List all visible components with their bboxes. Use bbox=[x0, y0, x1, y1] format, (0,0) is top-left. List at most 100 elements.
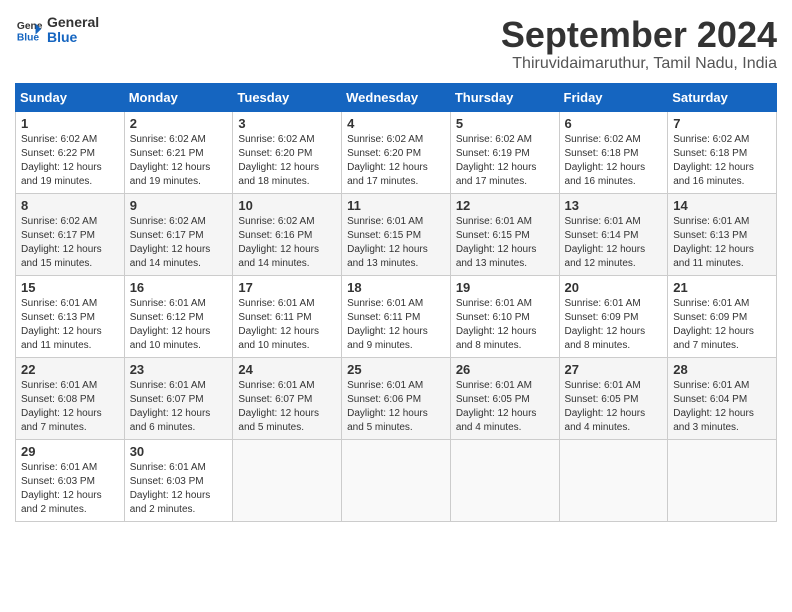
sunrise-label: Sunrise: 6:01 AM bbox=[21, 380, 97, 391]
daylight-label: Daylight: 12 hours and 12 minutes. bbox=[565, 244, 646, 269]
daylight-label: Daylight: 12 hours and 13 minutes. bbox=[456, 244, 537, 269]
sunrise-label: Sunrise: 6:02 AM bbox=[130, 216, 206, 227]
sunrise-label: Sunrise: 6:01 AM bbox=[673, 380, 749, 391]
calendar-cell: 13 Sunrise: 6:01 AM Sunset: 6:14 PM Dayl… bbox=[559, 193, 668, 275]
sunset-label: Sunset: 6:07 PM bbox=[238, 394, 312, 405]
day-info: Sunrise: 6:01 AM Sunset: 6:03 PM Dayligh… bbox=[21, 461, 119, 517]
daylight-label: Daylight: 12 hours and 4 minutes. bbox=[565, 408, 646, 433]
sunset-label: Sunset: 6:16 PM bbox=[238, 230, 312, 241]
day-number: 9 bbox=[130, 198, 228, 213]
day-number: 21 bbox=[673, 280, 771, 295]
day-info: Sunrise: 6:02 AM Sunset: 6:16 PM Dayligh… bbox=[238, 215, 336, 271]
calendar-cell: 2 Sunrise: 6:02 AM Sunset: 6:21 PM Dayli… bbox=[124, 111, 233, 193]
sunset-label: Sunset: 6:09 PM bbox=[565, 312, 639, 323]
calendar-cell: 24 Sunrise: 6:01 AM Sunset: 6:07 PM Dayl… bbox=[233, 357, 342, 439]
sunrise-label: Sunrise: 6:01 AM bbox=[456, 298, 532, 309]
calendar-cell: 10 Sunrise: 6:02 AM Sunset: 6:16 PM Dayl… bbox=[233, 193, 342, 275]
location-title: Thiruvidaimaruthur, Tamil Nadu, India bbox=[501, 55, 777, 73]
calendar-cell: 27 Sunrise: 6:01 AM Sunset: 6:05 PM Dayl… bbox=[559, 357, 668, 439]
day-info: Sunrise: 6:01 AM Sunset: 6:07 PM Dayligh… bbox=[238, 379, 336, 435]
day-number: 10 bbox=[238, 198, 336, 213]
sunrise-label: Sunrise: 6:01 AM bbox=[347, 380, 423, 391]
calendar-week-row: 8 Sunrise: 6:02 AM Sunset: 6:17 PM Dayli… bbox=[16, 193, 777, 275]
sunset-label: Sunset: 6:18 PM bbox=[565, 148, 639, 159]
sunrise-label: Sunrise: 6:01 AM bbox=[130, 462, 206, 473]
calendar-cell: 29 Sunrise: 6:01 AM Sunset: 6:03 PM Dayl… bbox=[16, 439, 125, 521]
calendar-cell: 17 Sunrise: 6:01 AM Sunset: 6:11 PM Dayl… bbox=[233, 275, 342, 357]
sunrise-label: Sunrise: 6:02 AM bbox=[130, 134, 206, 145]
calendar-cell: 21 Sunrise: 6:01 AM Sunset: 6:09 PM Dayl… bbox=[668, 275, 777, 357]
daylight-label: Daylight: 12 hours and 5 minutes. bbox=[347, 408, 428, 433]
logo-line2: Blue bbox=[47, 30, 99, 45]
day-number: 24 bbox=[238, 362, 336, 377]
calendar-cell: 16 Sunrise: 6:01 AM Sunset: 6:12 PM Dayl… bbox=[124, 275, 233, 357]
logo-icon: General Blue bbox=[15, 16, 43, 44]
page-header: General Blue General Blue September 2024… bbox=[15, 15, 777, 73]
daylight-label: Daylight: 12 hours and 9 minutes. bbox=[347, 326, 428, 351]
calendar-cell: 23 Sunrise: 6:01 AM Sunset: 6:07 PM Dayl… bbox=[124, 357, 233, 439]
weekday-header: Friday bbox=[559, 83, 668, 111]
day-info: Sunrise: 6:02 AM Sunset: 6:17 PM Dayligh… bbox=[21, 215, 119, 271]
day-info: Sunrise: 6:01 AM Sunset: 6:13 PM Dayligh… bbox=[21, 297, 119, 353]
day-info: Sunrise: 6:01 AM Sunset: 6:07 PM Dayligh… bbox=[130, 379, 228, 435]
day-number: 2 bbox=[130, 116, 228, 131]
weekday-header: Tuesday bbox=[233, 83, 342, 111]
sunset-label: Sunset: 6:15 PM bbox=[456, 230, 530, 241]
sunrise-label: Sunrise: 6:01 AM bbox=[347, 298, 423, 309]
calendar-cell: 5 Sunrise: 6:02 AM Sunset: 6:19 PM Dayli… bbox=[450, 111, 559, 193]
sunset-label: Sunset: 6:09 PM bbox=[673, 312, 747, 323]
day-info: Sunrise: 6:02 AM Sunset: 6:18 PM Dayligh… bbox=[565, 133, 663, 189]
day-number: 20 bbox=[565, 280, 663, 295]
calendar-cell: 26 Sunrise: 6:01 AM Sunset: 6:05 PM Dayl… bbox=[450, 357, 559, 439]
sunrise-label: Sunrise: 6:01 AM bbox=[21, 298, 97, 309]
sunset-label: Sunset: 6:05 PM bbox=[456, 394, 530, 405]
sunrise-label: Sunrise: 6:01 AM bbox=[565, 298, 641, 309]
sunrise-label: Sunrise: 6:02 AM bbox=[238, 134, 314, 145]
day-number: 17 bbox=[238, 280, 336, 295]
daylight-label: Daylight: 12 hours and 18 minutes. bbox=[238, 162, 319, 187]
calendar-cell: 6 Sunrise: 6:02 AM Sunset: 6:18 PM Dayli… bbox=[559, 111, 668, 193]
day-number: 14 bbox=[673, 198, 771, 213]
calendar-header-row: SundayMondayTuesdayWednesdayThursdayFrid… bbox=[16, 83, 777, 111]
sunset-label: Sunset: 6:04 PM bbox=[673, 394, 747, 405]
sunset-label: Sunset: 6:20 PM bbox=[238, 148, 312, 159]
sunrise-label: Sunrise: 6:01 AM bbox=[238, 380, 314, 391]
daylight-label: Daylight: 12 hours and 3 minutes. bbox=[673, 408, 754, 433]
sunrise-label: Sunrise: 6:02 AM bbox=[21, 134, 97, 145]
day-number: 1 bbox=[21, 116, 119, 131]
day-number: 29 bbox=[21, 444, 119, 459]
calendar-cell bbox=[233, 439, 342, 521]
sunset-label: Sunset: 6:17 PM bbox=[130, 230, 204, 241]
day-number: 3 bbox=[238, 116, 336, 131]
calendar-cell bbox=[559, 439, 668, 521]
day-info: Sunrise: 6:01 AM Sunset: 6:10 PM Dayligh… bbox=[456, 297, 554, 353]
day-info: Sunrise: 6:01 AM Sunset: 6:15 PM Dayligh… bbox=[456, 215, 554, 271]
sunset-label: Sunset: 6:05 PM bbox=[565, 394, 639, 405]
daylight-label: Daylight: 12 hours and 7 minutes. bbox=[21, 408, 102, 433]
daylight-label: Daylight: 12 hours and 16 minutes. bbox=[673, 162, 754, 187]
day-info: Sunrise: 6:02 AM Sunset: 6:18 PM Dayligh… bbox=[673, 133, 771, 189]
daylight-label: Daylight: 12 hours and 8 minutes. bbox=[565, 326, 646, 351]
daylight-label: Daylight: 12 hours and 4 minutes. bbox=[456, 408, 537, 433]
daylight-label: Daylight: 12 hours and 14 minutes. bbox=[238, 244, 319, 269]
weekday-header: Saturday bbox=[668, 83, 777, 111]
daylight-label: Daylight: 12 hours and 17 minutes. bbox=[456, 162, 537, 187]
sunset-label: Sunset: 6:08 PM bbox=[21, 394, 95, 405]
daylight-label: Daylight: 12 hours and 14 minutes. bbox=[130, 244, 211, 269]
sunset-label: Sunset: 6:03 PM bbox=[130, 476, 204, 487]
day-number: 12 bbox=[456, 198, 554, 213]
day-number: 23 bbox=[130, 362, 228, 377]
daylight-label: Daylight: 12 hours and 17 minutes. bbox=[347, 162, 428, 187]
day-number: 18 bbox=[347, 280, 445, 295]
day-number: 13 bbox=[565, 198, 663, 213]
sunrise-label: Sunrise: 6:01 AM bbox=[21, 462, 97, 473]
day-info: Sunrise: 6:01 AM Sunset: 6:11 PM Dayligh… bbox=[238, 297, 336, 353]
day-info: Sunrise: 6:01 AM Sunset: 6:05 PM Dayligh… bbox=[565, 379, 663, 435]
sunset-label: Sunset: 6:21 PM bbox=[130, 148, 204, 159]
daylight-label: Daylight: 12 hours and 13 minutes. bbox=[347, 244, 428, 269]
day-info: Sunrise: 6:01 AM Sunset: 6:15 PM Dayligh… bbox=[347, 215, 445, 271]
sunrise-label: Sunrise: 6:01 AM bbox=[673, 298, 749, 309]
day-number: 25 bbox=[347, 362, 445, 377]
daylight-label: Daylight: 12 hours and 16 minutes. bbox=[565, 162, 646, 187]
weekday-header: Sunday bbox=[16, 83, 125, 111]
